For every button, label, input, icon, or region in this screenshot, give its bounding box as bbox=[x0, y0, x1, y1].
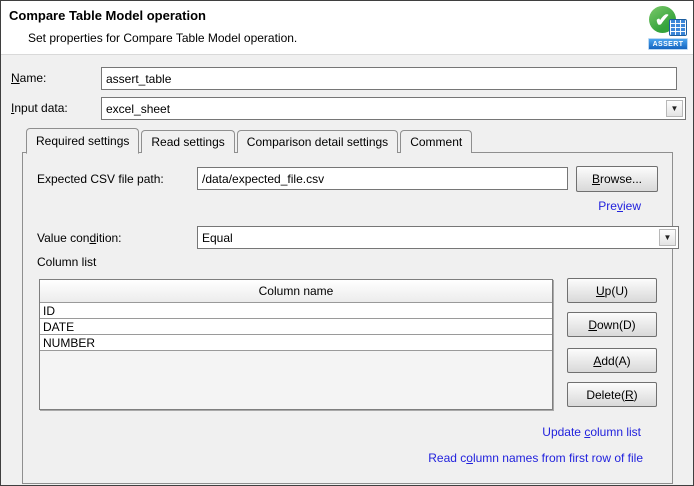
required-settings-panel: Expected CSV file path: Browse... Previe… bbox=[22, 152, 673, 484]
assert-badge: ASSERT bbox=[648, 38, 688, 50]
chevron-down-icon[interactable]: ▼ bbox=[659, 229, 676, 246]
update-column-list-link[interactable]: Update column list bbox=[542, 425, 641, 439]
column-list-table: Column name ID DATE NUMBER bbox=[39, 279, 553, 410]
tab-read-settings[interactable]: Read settings bbox=[141, 130, 234, 153]
down-button[interactable]: Down(D) bbox=[567, 312, 657, 337]
dialog-header: Compare Table Model operation Set proper… bbox=[1, 1, 693, 55]
input-data-combobox[interactable]: excel_sheet ▼ bbox=[101, 97, 686, 120]
dialog-subtitle: Set properties for Compare Table Model o… bbox=[28, 31, 297, 45]
name-label: Name: bbox=[11, 71, 46, 85]
value-condition-combobox[interactable]: Equal ▼ bbox=[197, 226, 679, 249]
column-name-header: Column name bbox=[40, 280, 552, 303]
delete-button[interactable]: Delete(R) bbox=[567, 382, 657, 407]
column-list-label: Column list bbox=[37, 255, 96, 269]
browse-button[interactable]: Browse... bbox=[576, 166, 658, 192]
assert-operation-icon: ✔ ASSERT bbox=[648, 4, 688, 50]
dialog-title: Compare Table Model operation bbox=[9, 8, 206, 23]
settings-tabstrip: Required settings Read settings Comparis… bbox=[22, 127, 474, 153]
table-row[interactable]: ID bbox=[40, 303, 552, 319]
add-button[interactable]: Add(A) bbox=[567, 348, 657, 373]
expected-csv-path-input[interactable] bbox=[197, 167, 568, 190]
name-input[interactable] bbox=[101, 67, 677, 90]
compare-table-model-dialog: Compare Table Model operation Set proper… bbox=[0, 0, 694, 486]
expected-csv-path-label: Expected CSV file path: bbox=[37, 172, 164, 186]
table-grid-icon bbox=[669, 19, 687, 36]
table-row[interactable]: NUMBER bbox=[40, 335, 552, 351]
value-condition-label: Value condition: bbox=[37, 231, 122, 245]
tab-comment[interactable]: Comment bbox=[400, 130, 472, 153]
chevron-down-icon[interactable]: ▼ bbox=[666, 100, 683, 117]
read-column-names-link[interactable]: Read column names from first row of file bbox=[428, 451, 643, 465]
input-data-label: Input data: bbox=[11, 101, 68, 115]
tab-comparison-detail-settings[interactable]: Comparison detail settings bbox=[237, 130, 398, 153]
input-data-value: excel_sheet bbox=[106, 102, 170, 116]
preview-link[interactable]: Preview bbox=[598, 199, 641, 213]
up-button[interactable]: Up(U) bbox=[567, 278, 657, 303]
table-row[interactable]: DATE bbox=[40, 319, 552, 335]
tab-required-settings[interactable]: Required settings bbox=[26, 128, 139, 154]
value-condition-value: Equal bbox=[202, 231, 233, 245]
